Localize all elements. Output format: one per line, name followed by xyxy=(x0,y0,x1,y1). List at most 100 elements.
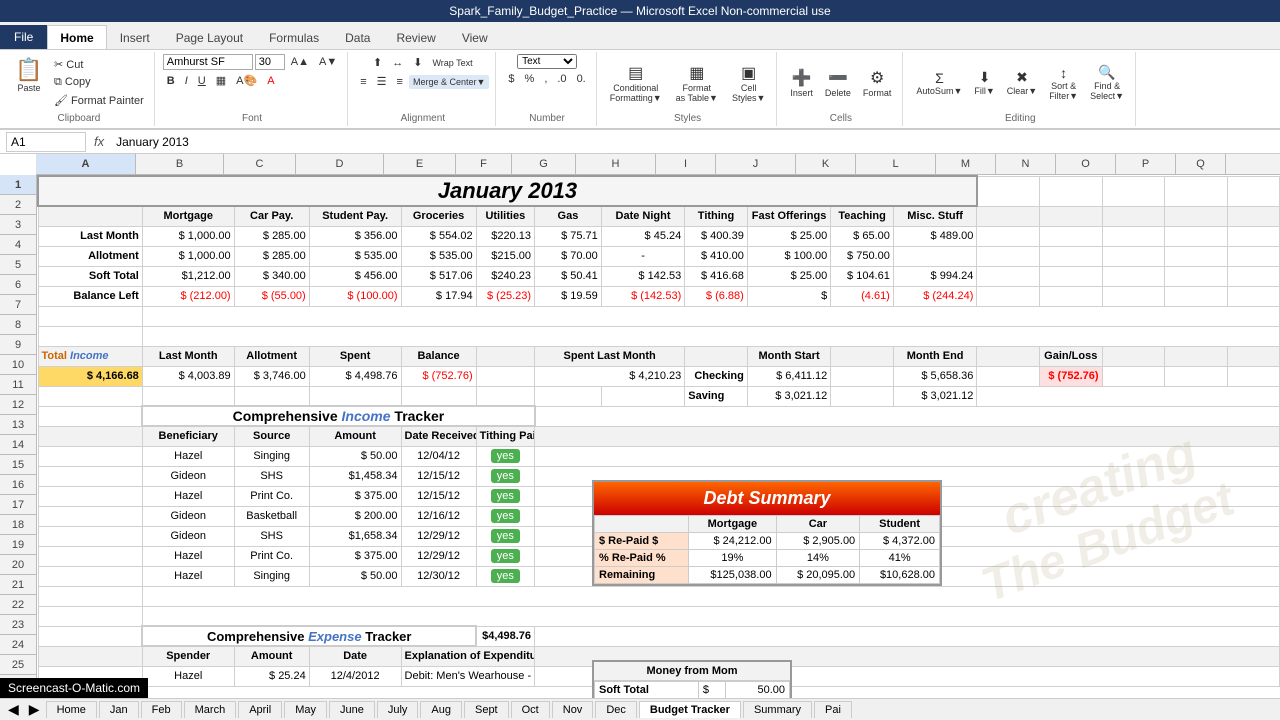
cell-i5[interactable]: $ 416.68 xyxy=(685,266,748,286)
paste-button[interactable]: 📋 Paste xyxy=(10,54,48,111)
cell-g2[interactable]: Gas xyxy=(535,206,602,226)
cell-h4[interactable]: - xyxy=(601,246,684,266)
formula-input[interactable] xyxy=(112,133,1274,151)
cell-b16[interactable]: Hazel xyxy=(142,486,234,506)
cell-b20[interactable]: Hazel xyxy=(142,566,234,586)
cell-b5[interactable]: $1,212.00 xyxy=(142,266,234,286)
cell-f6[interactable]: $ (25.23) xyxy=(476,286,534,306)
table-row[interactable]: Soft Total $1,212.00 $ 340.00 $ 456.00 $… xyxy=(38,266,1280,286)
cell-f5[interactable]: $240.23 xyxy=(476,266,534,286)
cell-rest22[interactable] xyxy=(142,606,1279,626)
cell-k9[interactable] xyxy=(831,346,894,366)
cell-d20[interactable]: $ 50.00 xyxy=(309,566,401,586)
align-middle-button[interactable]: ↔ xyxy=(388,55,407,71)
cell-c5[interactable]: $ 340.00 xyxy=(234,266,309,286)
sheet-tab-nov[interactable]: Nov xyxy=(552,701,594,718)
row-header-8[interactable]: 8 xyxy=(0,315,36,335)
cell-q4[interactable] xyxy=(1227,246,1279,266)
cell-g11[interactable] xyxy=(535,386,602,406)
col-header-o[interactable]: O xyxy=(1056,154,1116,174)
cell-j11[interactable]: $ 3,021.12 xyxy=(747,386,830,406)
cell-b25[interactable]: Hazel xyxy=(142,666,234,686)
cell-c18[interactable]: SHS xyxy=(234,526,309,546)
cell-p6[interactable] xyxy=(1165,286,1228,306)
cell-p2[interactable] xyxy=(1165,206,1228,226)
cell-d2[interactable]: Student Pay. xyxy=(309,206,401,226)
cell-e18[interactable]: 12/29/12 xyxy=(401,526,476,546)
align-left-button[interactable]: ≡ xyxy=(356,74,370,90)
cell-i6[interactable]: $ (6.88) xyxy=(685,286,748,306)
cell-d24[interactable]: Date xyxy=(309,646,401,666)
cell-a7[interactable] xyxy=(38,306,142,326)
cell-p1[interactable] xyxy=(1165,176,1228,206)
cell-a15[interactable] xyxy=(38,466,142,486)
row-header-3[interactable]: 3 xyxy=(0,215,36,235)
find-select-button[interactable]: 🔍Find &Select▼ xyxy=(1085,61,1129,104)
cell-j9[interactable]: Month Start xyxy=(747,346,830,366)
cell-h11[interactable] xyxy=(601,386,684,406)
cell-e19[interactable]: 12/29/12 xyxy=(401,546,476,566)
comma-button[interactable]: , xyxy=(540,71,551,87)
sheet-tab-nav-left[interactable]: ◀ xyxy=(4,699,23,720)
cell-a13[interactable] xyxy=(38,426,142,446)
cell-f17[interactable]: yes xyxy=(476,506,534,526)
cell-g4[interactable]: $ 70.00 xyxy=(535,246,602,266)
cell-n1[interactable] xyxy=(1039,176,1102,206)
cell-c11[interactable] xyxy=(234,386,309,406)
col-header-n[interactable]: N xyxy=(996,154,1056,174)
cell-e14[interactable]: 12/04/12 xyxy=(401,446,476,466)
cell-o3[interactable] xyxy=(1102,226,1165,246)
table-row[interactable] xyxy=(38,306,1280,326)
cell-j5[interactable]: $ 25.00 xyxy=(747,266,830,286)
cell-l3[interactable]: $ 489.00 xyxy=(893,226,977,246)
cell-j2[interactable]: Fast Offerings xyxy=(747,206,830,226)
cell-d14[interactable]: $ 50.00 xyxy=(309,446,401,466)
cell-d17[interactable]: $ 200.00 xyxy=(309,506,401,526)
conditional-formatting-button[interactable]: ▤ ConditionalFormatting▼ xyxy=(605,60,667,106)
merge-center-button[interactable]: Merge & Center▼ xyxy=(409,75,489,89)
cell-a19[interactable] xyxy=(38,546,142,566)
decrease-decimal-button[interactable]: 0. xyxy=(573,71,590,87)
row-header-12[interactable]: 12 xyxy=(0,395,36,415)
title-cell[interactable]: January 2013 xyxy=(38,176,977,206)
font-name-input[interactable] xyxy=(163,54,253,70)
cell-f10[interactable] xyxy=(476,366,534,386)
cell-m4[interactable] xyxy=(977,246,1040,266)
cell-n6[interactable] xyxy=(1039,286,1102,306)
fill-button[interactable]: ⬇Fill▼ xyxy=(969,66,999,99)
align-top-button[interactable]: ⬆ xyxy=(369,54,386,71)
cell-o5[interactable] xyxy=(1102,266,1165,286)
sheet-tab-pai[interactable]: Pai xyxy=(814,701,852,718)
cut-button[interactable]: ✂ Cut xyxy=(50,56,148,73)
row-header-5[interactable]: 5 xyxy=(0,255,36,275)
cell-o6[interactable] xyxy=(1102,286,1165,306)
clear-button[interactable]: ✖Clear▼ xyxy=(1002,66,1042,99)
cell-d11[interactable] xyxy=(309,386,401,406)
cell-m6[interactable] xyxy=(977,286,1040,306)
cell-f2[interactable]: Utilities xyxy=(476,206,534,226)
italic-button[interactable]: I xyxy=(181,73,192,89)
cell-a20[interactable] xyxy=(38,566,142,586)
cell-q3[interactable] xyxy=(1227,226,1279,246)
cell-o2[interactable] xyxy=(1102,206,1165,226)
cell-f18[interactable]: yes xyxy=(476,526,534,546)
cell-d19[interactable]: $ 375.00 xyxy=(309,546,401,566)
sheet-tab-aug[interactable]: Aug xyxy=(420,701,462,718)
cell-a14[interactable] xyxy=(38,446,142,466)
cell-a4[interactable]: Allotment xyxy=(38,246,142,266)
cell-k2[interactable]: Teaching xyxy=(831,206,894,226)
col-header-e[interactable]: E xyxy=(384,154,456,174)
table-row[interactable]: Balance Left $ (212.00) $ (55.00) $ (100… xyxy=(38,286,1280,306)
sort-filter-button[interactable]: ↕Sort &Filter▼ xyxy=(1044,62,1083,104)
cell-j4[interactable]: $ 100.00 xyxy=(747,246,830,266)
name-box[interactable] xyxy=(6,132,86,152)
cell-f4[interactable]: $215.00 xyxy=(476,246,534,266)
decrease-font-button[interactable]: A▼ xyxy=(315,54,341,70)
cell-rest7[interactable] xyxy=(142,306,1279,326)
cell-e11[interactable] xyxy=(401,386,476,406)
col-header-l[interactable]: L xyxy=(856,154,936,174)
table-row[interactable]: Comprehensive Income Tracker xyxy=(38,406,1280,426)
cell-g9[interactable]: Spent Last Month xyxy=(535,346,685,366)
cell-i2[interactable]: Tithing xyxy=(685,206,748,226)
col-header-i[interactable]: I xyxy=(656,154,716,174)
